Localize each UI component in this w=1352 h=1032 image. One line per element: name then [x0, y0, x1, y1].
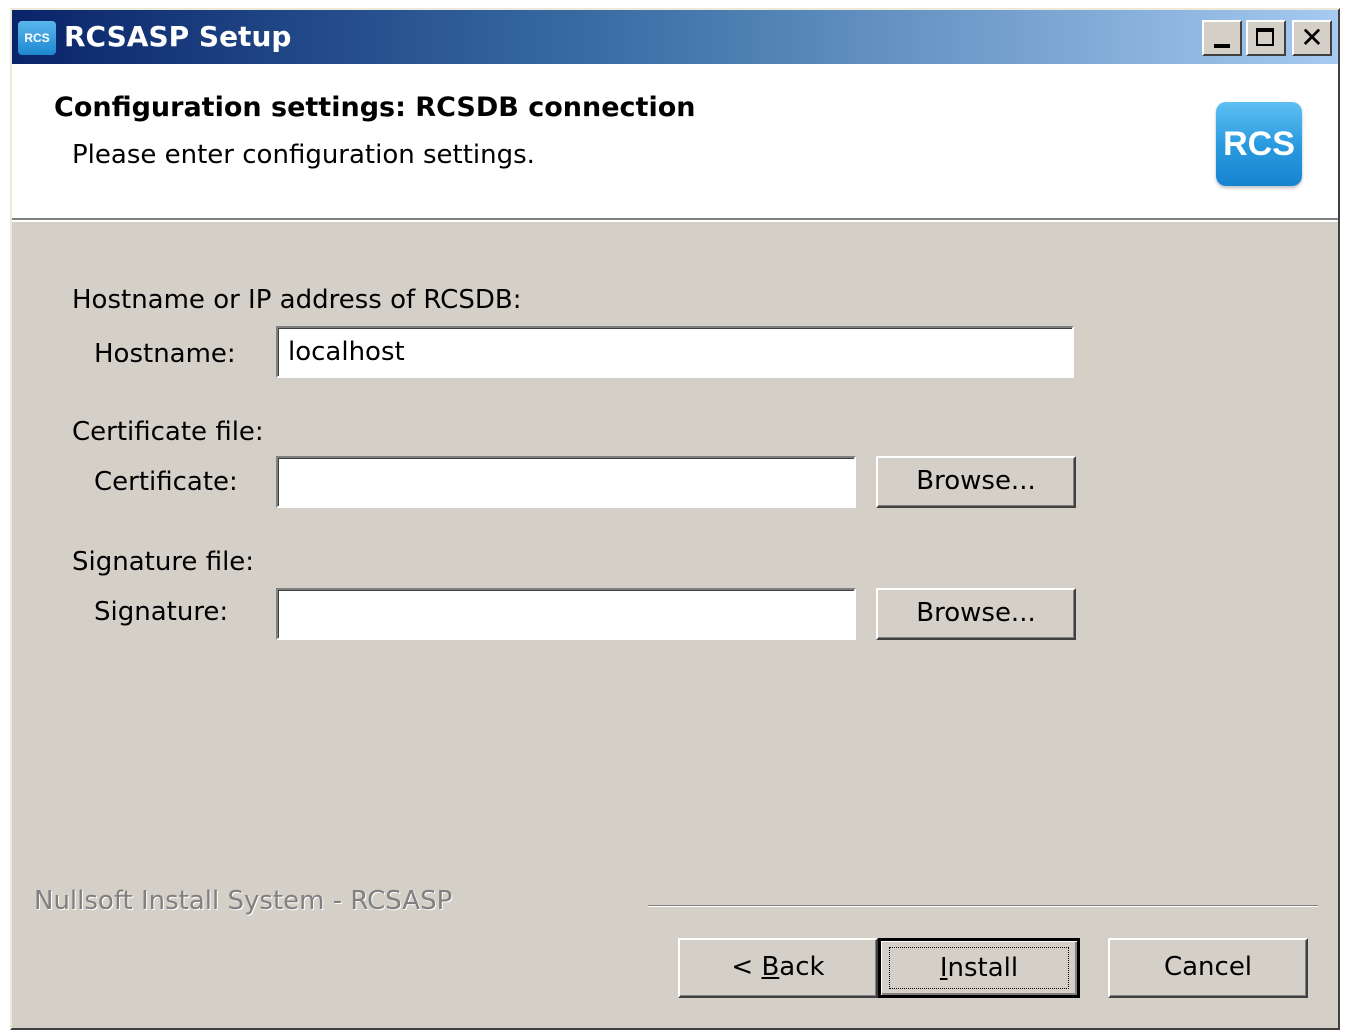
- footer-divider: [648, 905, 1318, 907]
- install-button[interactable]: Install: [878, 938, 1080, 998]
- window-title: RCSASP Setup: [64, 20, 292, 53]
- close-button[interactable]: ✕: [1292, 20, 1332, 56]
- close-icon: ✕: [1300, 21, 1324, 54]
- hostname-input[interactable]: localhost: [276, 326, 1074, 378]
- certificate-group-label: Certificate file:: [72, 417, 264, 447]
- page-title: Configuration settings: RCSDB connection: [54, 92, 696, 123]
- app-icon: RCS: [18, 21, 56, 55]
- signature-label: Signature:: [94, 597, 229, 627]
- title-bar[interactable]: RCS RCSASP Setup ✕: [12, 10, 1338, 64]
- header-panel: Configuration settings: RCSDB connection…: [12, 64, 1338, 222]
- hostname-label: Hostname:: [94, 339, 236, 369]
- signature-input[interactable]: [276, 588, 856, 640]
- signature-browse-button[interactable]: Browse...: [876, 588, 1076, 640]
- cancel-button[interactable]: Cancel: [1108, 938, 1308, 998]
- page-subtitle: Please enter configuration settings.: [72, 140, 535, 170]
- minimize-icon: [1214, 44, 1230, 48]
- installer-branding: Nullsoft Install System - RCSASP: [34, 886, 453, 916]
- back-button[interactable]: < Back: [678, 938, 878, 998]
- setup-window: RCS RCSASP Setup ✕ Configuration setting…: [10, 8, 1340, 1030]
- hostname-group-label: Hostname or IP address of RCSDB:: [72, 285, 522, 315]
- back-button-label: < Back: [731, 952, 825, 982]
- rcs-logo: RCS: [1216, 102, 1302, 186]
- certificate-label: Certificate:: [94, 467, 238, 497]
- certificate-input[interactable]: [276, 456, 856, 508]
- maximize-button[interactable]: [1246, 20, 1286, 56]
- certificate-browse-button[interactable]: Browse...: [876, 456, 1076, 508]
- maximize-icon: [1256, 28, 1274, 46]
- signature-group-label: Signature file:: [72, 547, 255, 577]
- minimize-button[interactable]: [1202, 20, 1242, 56]
- install-button-label: Install: [939, 953, 1019, 983]
